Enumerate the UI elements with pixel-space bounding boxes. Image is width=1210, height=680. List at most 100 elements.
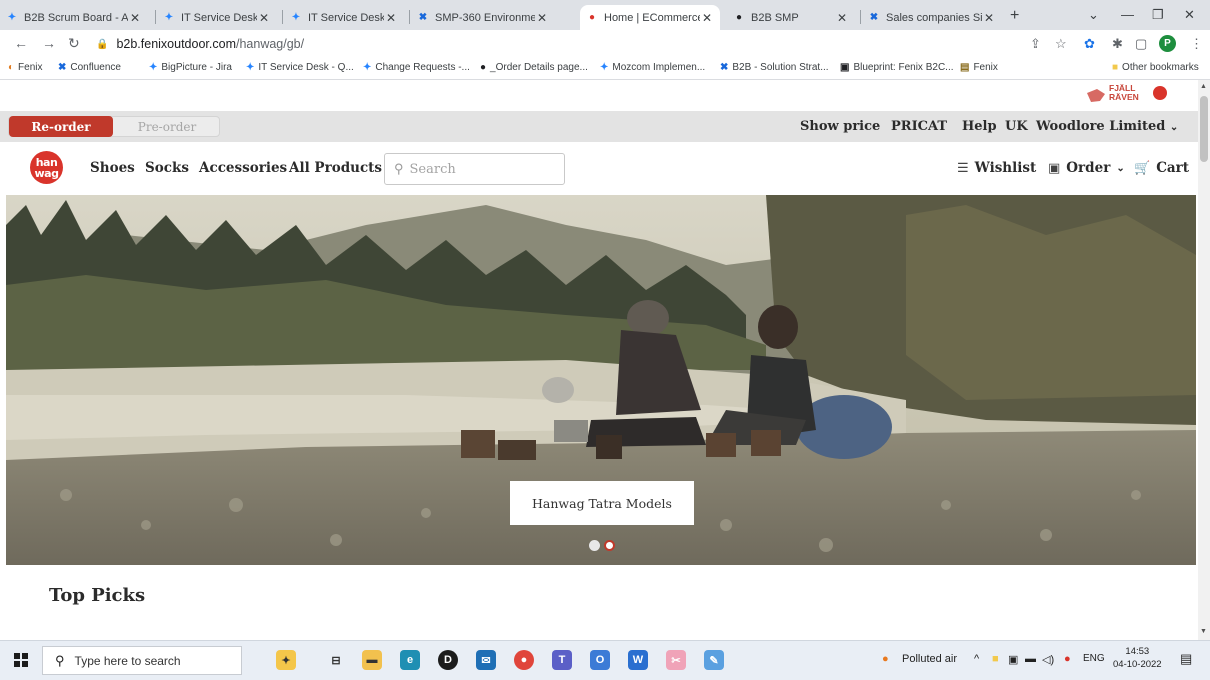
browser-tab-active[interactable]: ● Home | ECommerce F ✕ [580, 5, 720, 30]
language-indicator[interactable]: ENG [1083, 653, 1105, 664]
bookmark-item[interactable]: ● _Order Details page... [480, 62, 588, 73]
bookmark-star-icon[interactable]: ☆ [1055, 36, 1067, 52]
notifications-icon[interactable]: ▤ [1180, 651, 1192, 667]
search-input[interactable] [409, 161, 550, 177]
tab-label: B2B Scrum Board - Ag [24, 11, 128, 24]
close-window-button[interactable]: ✕ [1184, 7, 1195, 23]
hero-caption[interactable]: Hanwag Tatra Models [510, 481, 694, 525]
carousel-dot-active[interactable] [604, 540, 615, 551]
wishlist-label: Wishlist [974, 160, 1037, 176]
fjallraven-wordmark[interactable]: FJÄLL RÄVEN [1109, 84, 1139, 102]
paint-icon[interactable]: ✎ [704, 650, 724, 670]
volume-icon[interactable]: ◁) [1042, 653, 1054, 666]
nav-shoes[interactable]: Shoes [90, 160, 135, 176]
windows-start-icon[interactable] [14, 653, 28, 667]
close-tab-icon[interactable]: ✕ [835, 11, 849, 25]
mail-icon[interactable]: ✉ [476, 650, 496, 670]
reorder-button[interactable]: Re-order [9, 116, 113, 137]
help-link[interactable]: Help [962, 119, 997, 134]
preorder-button[interactable]: Pre-order [117, 117, 217, 136]
bookmark-item[interactable]: ✦ Change Requests -... [363, 62, 470, 73]
hanwag-mini-logo-icon[interactable] [1153, 86, 1167, 100]
cart-link[interactable]: 🛒 Cart [1134, 160, 1189, 176]
url-bar[interactable]: 🔒 b2b.fenixoutdoor.com/hanwag/gb/ [96, 34, 1016, 54]
extensions-puzzle-icon[interactable]: ✱ [1112, 36, 1123, 52]
close-tab-icon[interactable]: ✕ [384, 11, 398, 25]
browser-tab-strip: ✦ B2B Scrum Board - Ag ✕ ✦ IT Service De… [0, 0, 1210, 30]
country-selector[interactable]: UK [1005, 119, 1028, 134]
bookmark-item[interactable]: ✖ Confluence [58, 62, 121, 73]
file-explorer-icon[interactable]: ▬ [362, 650, 382, 670]
new-tab-button[interactable]: + [1010, 7, 1019, 25]
close-tab-icon[interactable]: ✕ [700, 11, 714, 25]
show-price-link[interactable]: Show price [800, 119, 880, 134]
tray-display-icon[interactable]: ▣ [1008, 653, 1018, 666]
close-tab-icon[interactable]: ✕ [128, 11, 142, 25]
restore-button[interactable]: ❐ [1152, 7, 1164, 23]
bookmark-item[interactable]: ▤ Fenix [960, 62, 998, 73]
hanwag-logo-text: han [35, 155, 58, 169]
wishlist-link[interactable]: ☰ Wishlist [957, 160, 1036, 176]
scrollbar-thumb[interactable] [1200, 96, 1208, 162]
browser-tab[interactable]: ● B2B SMP ✕ [727, 5, 855, 30]
chrome-icon[interactable]: ● [514, 650, 534, 670]
browser-tab[interactable]: ✦ B2B Scrum Board - Ag ✕ [0, 5, 148, 30]
hero-carousel[interactable]: Hanwag Tatra Models [6, 195, 1196, 565]
jira-icon: ✦ [149, 62, 158, 73]
nav-all-products[interactable]: All Products [289, 160, 382, 176]
forward-button[interactable]: → [42, 35, 56, 51]
menu-kebab-icon[interactable]: ⋮ [1190, 36, 1203, 52]
order-menu[interactable]: ▣ Order ⌄ [1048, 160, 1125, 176]
profile-avatar[interactable]: P [1159, 35, 1176, 52]
close-tab-icon[interactable]: ✕ [535, 11, 549, 25]
snipping-tool-icon[interactable]: ✂ [666, 650, 686, 670]
jira-icon: ✦ [291, 12, 301, 23]
bookmark-item[interactable]: ✖ B2B - Solution Strat... [720, 62, 829, 73]
tray-app-icon[interactable]: ● [1064, 653, 1071, 665]
back-button[interactable]: ← [14, 35, 28, 51]
nav-accessories[interactable]: Accessories [199, 160, 287, 176]
carousel-dot[interactable] [589, 540, 600, 551]
search-highlight-icon[interactable]: ✦ [276, 650, 296, 670]
reload-button[interactable]: ↻ [68, 35, 80, 52]
tab-search-chevron-icon[interactable]: ⌄ [1088, 7, 1099, 23]
search-box[interactable]: ⚲ [384, 153, 565, 185]
nav-socks[interactable]: Socks [145, 160, 189, 176]
extension-icon[interactable]: ✿ [1084, 36, 1095, 52]
bookmark-item[interactable]: ✦ Mozcom Implemen... [600, 62, 705, 73]
weather-air-icon[interactable]: ● [882, 653, 889, 665]
edge-browser-icon[interactable]: e [400, 650, 420, 670]
word-icon[interactable]: W [628, 650, 648, 670]
battery-icon[interactable]: ▬ [1025, 653, 1036, 665]
outlook-icon[interactable]: O [590, 650, 610, 670]
browser-tab[interactable]: ✦ IT Service Desk - Que ✕ [284, 5, 404, 30]
browser-tab[interactable]: ✖ SMP-360 Environmen ✕ [411, 5, 555, 30]
pricat-link[interactable]: PRICAT [891, 119, 947, 134]
github-icon: ● [735, 12, 743, 23]
bookmark-item[interactable]: ▣ Blueprint: Fenix B2C... [840, 62, 954, 73]
account-menu[interactable]: Woodlore Limited ⌄ [1036, 119, 1178, 134]
close-tab-icon[interactable]: ✕ [257, 11, 271, 25]
system-clock[interactable]: 14:53 04-10-2022 [1113, 645, 1162, 671]
other-bookmarks[interactable]: ■ Other bookmarks [1112, 62, 1199, 73]
side-panel-icon[interactable]: ▢ [1135, 36, 1147, 52]
bookmark-item[interactable]: ✦ IT Service Desk - Q... [246, 62, 354, 73]
close-tab-icon[interactable]: ✕ [982, 11, 996, 25]
browser-tab[interactable]: ✖ Sales companies Site ✕ [862, 5, 1002, 30]
bookmark-item[interactable]: ◐ Fenix [8, 62, 43, 73]
tray-chevron-up-icon[interactable]: ^ [974, 653, 979, 665]
hanwag-logo[interactable]: han wag [30, 151, 63, 184]
browser-tab[interactable]: ✦ IT Service Desk - Que ✕ [157, 5, 277, 30]
air-quality-label[interactable]: Polluted air [902, 653, 957, 665]
scroll-down-icon[interactable]: ▼ [1200, 628, 1207, 635]
minimize-button[interactable]: — [1121, 7, 1134, 22]
bookmark-item[interactable]: ✦ BigPicture - Jira [149, 62, 232, 73]
page-scrollbar[interactable]: ▲ ▼ [1198, 80, 1210, 640]
teams-icon[interactable]: T [552, 650, 572, 670]
tray-folder-icon[interactable]: ■ [992, 653, 999, 665]
share-icon[interactable]: ⇪ [1030, 36, 1041, 52]
dell-icon[interactable]: D [438, 650, 458, 670]
task-view-icon[interactable]: ⊟ [326, 650, 346, 670]
scroll-up-icon[interactable]: ▲ [1200, 83, 1207, 90]
taskbar-search-box[interactable]: ⚲ Type here to search [42, 646, 242, 675]
